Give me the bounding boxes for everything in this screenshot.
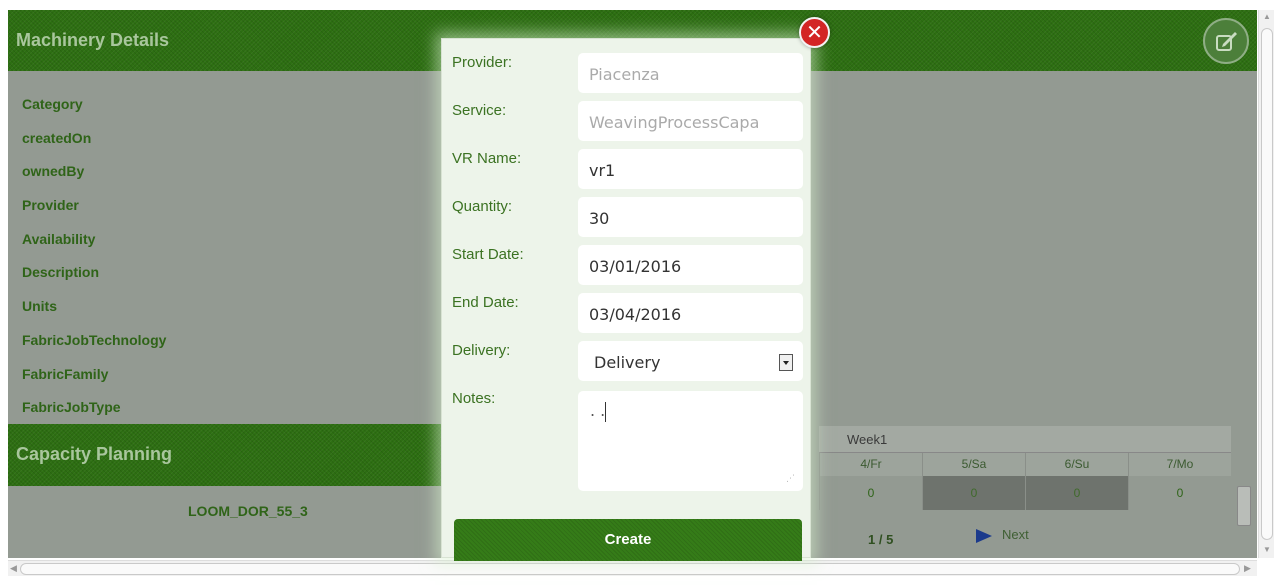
notes-textarea[interactable]: . . ⋰: [578, 391, 803, 491]
scroll-right-icon[interactable]: ▶: [1244, 563, 1251, 574]
calendar-pager: 1 / 5 Next: [856, 527, 1156, 547]
delivery-label: Delivery:: [452, 342, 511, 359]
next-page-button[interactable]: Next: [976, 527, 1029, 543]
service-label: Service:: [452, 102, 507, 119]
delivery-field: Delivery: Delivery: [442, 327, 810, 381]
provider-label: Provider:: [452, 54, 513, 71]
vertical-scroll-thumb[interactable]: [1261, 28, 1273, 540]
horizontal-scrollbar[interactable]: ◀ ▶: [8, 560, 1257, 576]
end-date-label: End Date:: [452, 294, 519, 311]
scroll-up-icon[interactable]: ▲: [1263, 12, 1271, 21]
quantity-label: Quantity:: [452, 198, 513, 215]
notes-text: . .: [590, 401, 606, 420]
play-icon: [976, 528, 992, 543]
create-request-dialog: Provider: Piacenza Service: WeavingProce…: [441, 38, 811, 561]
scroll-left-icon[interactable]: ◀: [10, 563, 17, 574]
delivery-selected: Delivery: [594, 353, 661, 372]
end-date-field: End Date: 03/04/2016: [442, 279, 810, 333]
vr-name-label: VR Name:: [452, 150, 522, 167]
page-indicator: 1 / 5: [868, 532, 894, 547]
vertical-scrollbar[interactable]: ▲ ▼: [1258, 10, 1274, 558]
service-field: Service: WeavingProcessCapa: [442, 87, 810, 141]
start-date-field: Start Date: 03/01/2016: [442, 231, 810, 285]
chevron-down-icon[interactable]: [779, 354, 793, 371]
text-caret: [605, 401, 607, 422]
vr-name-field: VR Name: vr1: [442, 135, 810, 189]
resize-grip-icon[interactable]: ⋰: [786, 474, 795, 484]
create-button[interactable]: Create: [454, 519, 802, 561]
next-label: Next: [1002, 527, 1029, 542]
quantity-field: Quantity: 30: [442, 183, 810, 237]
scroll-down-icon[interactable]: ▼: [1263, 545, 1271, 554]
close-icon[interactable]: ✕: [799, 17, 830, 48]
notes-label: Notes:: [452, 390, 496, 407]
start-date-label: Start Date:: [452, 246, 524, 263]
provider-field: Provider: Piacenza: [442, 39, 810, 93]
horizontal-scroll-thumb[interactable]: [20, 563, 1240, 575]
